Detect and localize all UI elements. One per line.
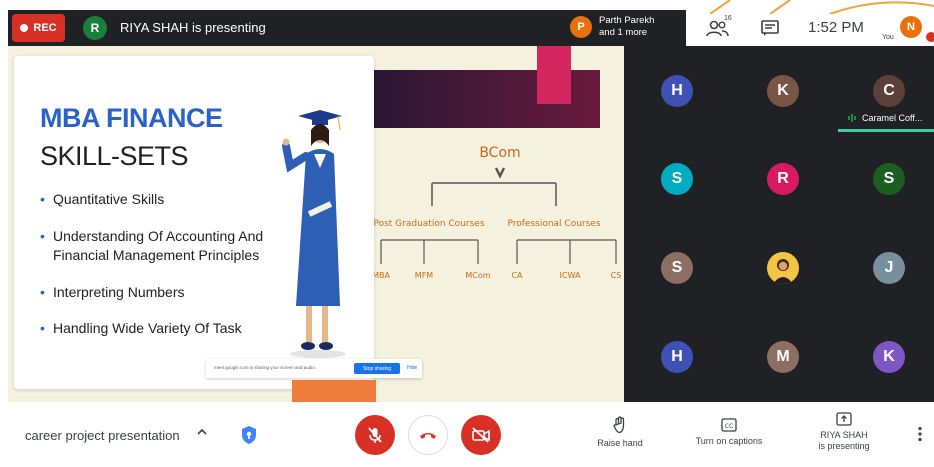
slide-title-line2: SKILL-SETS — [40, 141, 189, 171]
captions-label: Turn on captions — [695, 436, 763, 446]
diagram-leaf: CS — [611, 271, 622, 280]
participant-name-label: Caramel Coff... — [848, 113, 922, 123]
screen-share-banner: meet.google.com is sharing your screen a… — [206, 359, 422, 378]
decorative-swoosh — [709, 0, 934, 14]
participant-tile-avatar[interactable]: H — [661, 75, 693, 107]
leave-call-button[interactable] — [408, 415, 448, 455]
record-dot-icon — [20, 24, 29, 32]
notification-badge — [926, 32, 934, 42]
skill-item: Handling Wide Variety Of Task — [40, 319, 275, 338]
people-icon[interactable] — [706, 20, 730, 38]
raise-hand-button[interactable]: Raise hand — [588, 416, 652, 449]
participant-name: Caramel Coff... — [862, 113, 923, 123]
presenting-line1: RIYA SHAH — [820, 430, 868, 440]
self-label: You — [882, 34, 894, 41]
meet-window: REC R RIYA SHAH is presenting P Parth Pa… — [0, 0, 934, 467]
hand-icon — [613, 416, 625, 434]
course-tree-diagram: BCom Post Graduation Courses Professiona… — [374, 145, 622, 280]
slide-title-line1: MBA FINANCE — [40, 103, 223, 133]
person-photo-icon — [773, 259, 793, 284]
participant-tile-avatar[interactable]: H — [661, 341, 693, 373]
participant-summary[interactable]: Parth Parekh and 1 more — [599, 15, 654, 39]
diagram-root: BCom — [479, 145, 520, 161]
captions-icon: CC — [721, 418, 737, 432]
share-status-text: meet.google.com is sharing your screen a… — [214, 365, 317, 370]
diagram-leaf: MFM — [415, 271, 434, 280]
presenter-avatar: R — [83, 16, 107, 40]
audio-level-icon — [848, 114, 856, 122]
slide-footer-accent — [292, 380, 376, 402]
present-screen-icon — [836, 412, 852, 426]
diagram-leaf: MBA — [374, 271, 390, 280]
hang-up-icon — [420, 433, 436, 439]
presenting-line2: is presenting — [818, 441, 870, 451]
participant-photo-avatar[interactable] — [767, 252, 799, 284]
participant-tile-avatar[interactable]: K — [767, 75, 799, 107]
participant-avatar: P — [570, 16, 592, 38]
participant-tile-avatar[interactable]: M — [767, 341, 799, 373]
stop-sharing-button[interactable]: Stop sharing — [354, 363, 400, 374]
raise-hand-label: Raise hand — [597, 438, 643, 448]
presentation-button[interactable]: RIYA SHAH is presenting — [806, 412, 882, 452]
slide-accent-block — [537, 46, 571, 104]
active-speaker-indicator — [838, 129, 934, 132]
participant-tile-avatar[interactable]: S — [873, 163, 905, 195]
participant-tile-avatar[interactable]: S — [661, 163, 693, 195]
diagram-leaf: ICWA — [560, 271, 581, 280]
participant-tile-avatar[interactable]: R — [767, 163, 799, 195]
people-count: 16 — [724, 15, 732, 22]
video-off-icon — [472, 427, 490, 443]
skill-item: Understanding Of Accounting And Financia… — [40, 227, 275, 265]
self-avatar[interactable]: N — [900, 16, 922, 38]
diagram-leaf: CA — [511, 271, 523, 280]
chat-icon[interactable] — [760, 19, 780, 37]
skill-item: Interpreting Numbers — [40, 283, 275, 302]
participant-tile-avatar[interactable]: K — [873, 341, 905, 373]
camera-off-button[interactable] — [461, 415, 501, 455]
mic-off-icon — [368, 427, 382, 443]
meeting-details-button[interactable]: career project presentation — [25, 428, 180, 443]
hide-banner-link[interactable]: Hide — [407, 365, 417, 371]
participant-tile-avatar[interactable]: J — [873, 252, 905, 284]
diagram-branch-right: Professional Courses — [507, 219, 600, 229]
recording-indicator[interactable]: REC — [12, 14, 65, 42]
graduate-illustration — [282, 110, 346, 358]
chevron-up-icon[interactable] — [196, 426, 208, 438]
participant-tile-avatar[interactable]: C — [873, 75, 905, 107]
presenting-status: RIYA SHAH is presenting — [120, 20, 266, 35]
participant-name: Parth Parekh — [599, 15, 655, 26]
clock: 1:52 PM — [808, 19, 864, 36]
participant-tile-avatar[interactable]: S — [661, 252, 693, 284]
diagram-leaf: MCom — [465, 271, 490, 280]
skill-list: Quantitative Skills Understanding Of Acc… — [40, 190, 275, 338]
skill-item: Quantitative Skills — [40, 190, 275, 209]
diagram-branch-left: Post Graduation Courses — [374, 219, 485, 229]
svg-text:CC: CC — [725, 423, 733, 430]
shield-icon[interactable] — [240, 425, 258, 445]
captions-button[interactable]: CC Turn on captions — [684, 418, 774, 447]
more-options-icon[interactable] — [917, 426, 923, 442]
participant-more: and 1 more — [599, 27, 648, 38]
microphone-off-button[interactable] — [355, 415, 395, 455]
rec-label: REC — [33, 22, 57, 34]
